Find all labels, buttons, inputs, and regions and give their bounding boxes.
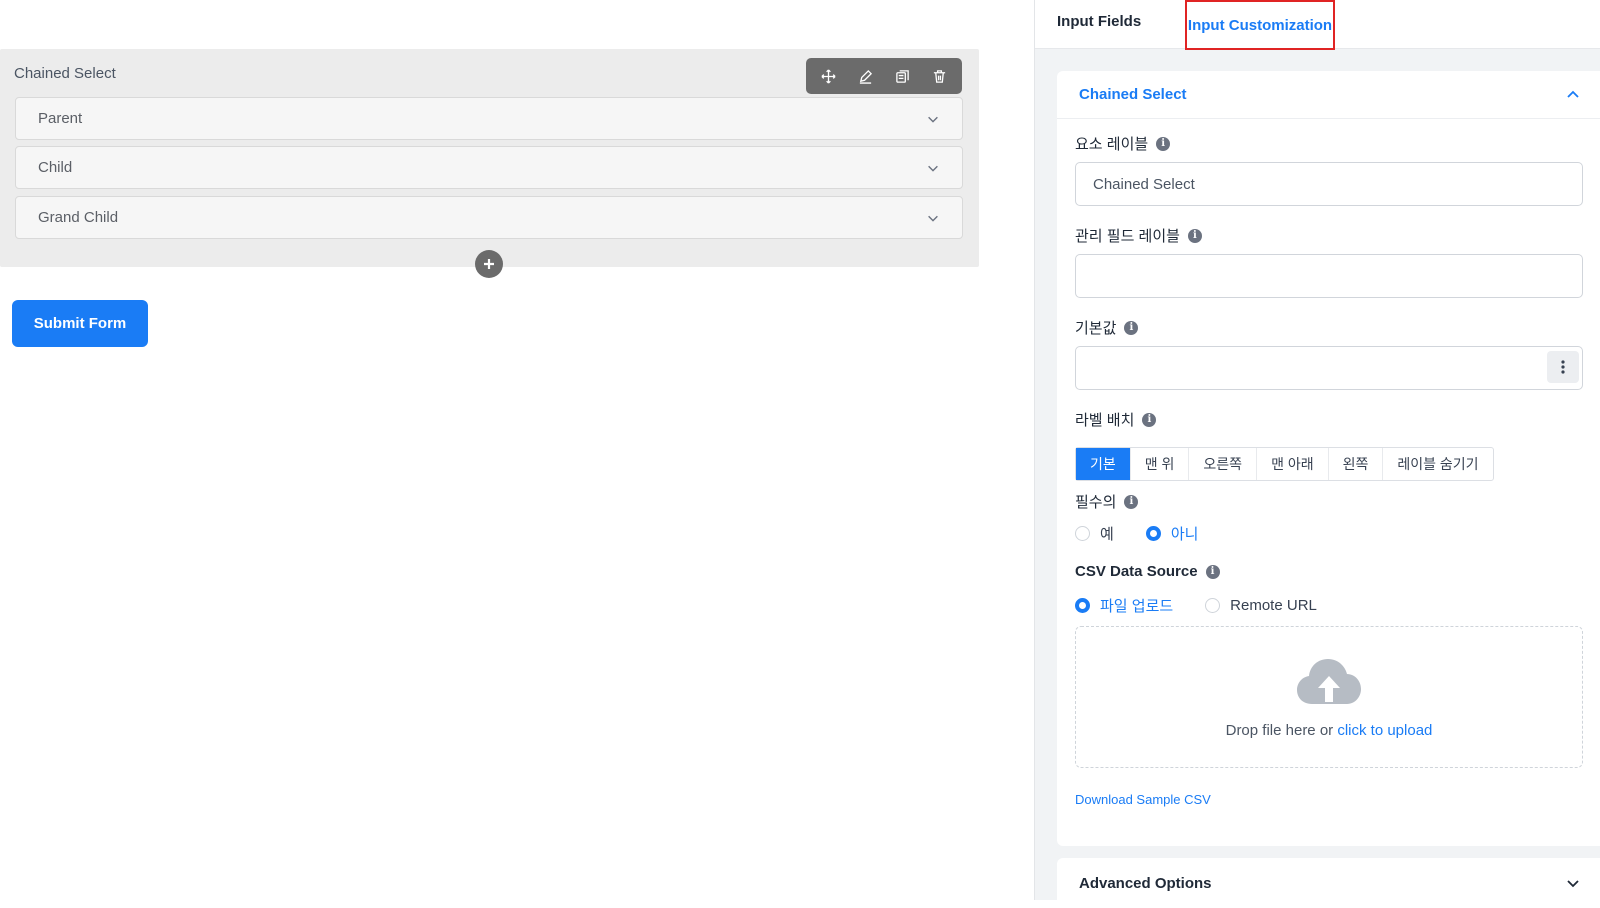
upload-instructions: Drop file here or click to upload [1226, 722, 1433, 739]
download-sample-csv-link[interactable]: Download Sample CSV [1075, 792, 1211, 807]
panel-header[interactable]: Chained Select [1057, 71, 1600, 119]
required-no-radio[interactable]: 아니 [1145, 523, 1199, 544]
info-icon[interactable]: i [1124, 320, 1139, 335]
chevron-down-icon [928, 165, 938, 172]
add-field-button[interactable] [475, 250, 503, 278]
tab-input-fields[interactable]: Input Fields [1057, 13, 1141, 30]
move-icon[interactable] [815, 62, 843, 90]
required-heading: 필수의 i [1075, 491, 1139, 512]
csv-file-upload-radio[interactable]: 파일 업로드 [1075, 595, 1173, 616]
default-value-input[interactable] [1075, 346, 1583, 390]
radio-label: 파일 업로드 [1100, 598, 1174, 615]
radio-circle [1075, 526, 1090, 541]
edit-icon[interactable] [852, 62, 880, 90]
element-label-input[interactable] [1075, 162, 1583, 206]
radio-label: 아니 [1170, 526, 1199, 543]
default-value-wrapper [1075, 346, 1583, 390]
parent-select-label: Parent [38, 110, 83, 127]
child-select[interactable]: Child [15, 146, 963, 189]
chevron-up-icon[interactable] [1565, 87, 1581, 103]
required-yes-radio[interactable]: 예 [1075, 523, 1114, 544]
cloud-upload-icon [1297, 658, 1361, 704]
radio-circle [1145, 526, 1161, 541]
radio-circle [1205, 598, 1221, 613]
click-to-upload-link[interactable]: click to upload [1337, 722, 1432, 739]
label-placement-text: 라벨 배치 [1075, 412, 1135, 429]
admin-label-input[interactable] [1075, 254, 1583, 298]
customization-panel: Chained Select 요소 레이블 i 관리 필드 레이블 i 기본값 … [1057, 71, 1600, 846]
chevron-down-icon [928, 116, 938, 123]
placement-option-top[interactable]: 맨 위 [1131, 448, 1190, 480]
info-icon[interactable]: i [1124, 494, 1139, 509]
csv-source-heading: CSV Data Source i [1075, 563, 1220, 580]
more-options-icon[interactable] [1547, 351, 1579, 383]
placement-option-bottom[interactable]: 맨 아래 [1257, 448, 1329, 480]
csv-source-text: CSV Data Source [1075, 563, 1198, 580]
submit-form-button[interactable]: Submit Form [12, 300, 148, 347]
radio-circle [1075, 598, 1090, 613]
element-label-heading: 요소 레이블 i [1075, 133, 1171, 154]
csv-upload-dropzone[interactable]: Drop file here or click to upload [1075, 626, 1583, 768]
info-icon[interactable]: i [1205, 564, 1220, 579]
required-radio-group: 예 아니 [1075, 523, 1230, 544]
child-select-label: Child [38, 159, 73, 176]
chevron-down-icon [928, 215, 938, 222]
info-icon[interactable]: i [1142, 412, 1157, 427]
info-icon[interactable]: i [1187, 228, 1202, 243]
trash-icon[interactable] [926, 62, 954, 90]
plus-icon [484, 259, 494, 269]
form-canvas: Chained Select Parent Child Grand Child [0, 0, 1034, 900]
chevron-down-icon [1567, 880, 1579, 888]
grandchild-select[interactable]: Grand Child [15, 196, 963, 239]
default-value-heading: 기본값 i [1075, 317, 1139, 338]
placement-option-hide[interactable]: 레이블 숨기기 [1383, 448, 1492, 480]
placement-option-left[interactable]: 왼쪽 [1329, 448, 1384, 480]
advanced-options-title: Advanced Options [1079, 874, 1212, 892]
advanced-options-header[interactable]: Advanced Options [1057, 858, 1600, 908]
csv-source-radio-group: 파일 업로드 Remote URL [1075, 595, 1349, 616]
info-icon[interactable]: i [1156, 136, 1171, 151]
panel-title: Chained Select [1079, 86, 1187, 103]
label-placement-segmented: 기본 맨 위 오른쪽 맨 아래 왼쪽 레이블 숨기기 [1075, 447, 1494, 481]
parent-select[interactable]: Parent [15, 97, 963, 140]
radio-label: 예 [1100, 526, 1114, 543]
tab-input-customization[interactable]: Input Customization [1185, 0, 1335, 50]
element-label-text: 요소 레이블 [1075, 136, 1149, 153]
placement-option-right[interactable]: 오른쪽 [1189, 448, 1258, 480]
field-toolbar [806, 58, 962, 94]
required-text: 필수의 [1075, 494, 1117, 511]
admin-label-text: 관리 필드 레이블 [1075, 228, 1180, 245]
placement-option-default[interactable]: 기본 [1076, 448, 1131, 480]
field-title: Chained Select [14, 65, 116, 82]
csv-remote-url-radio[interactable]: Remote URL [1205, 597, 1317, 614]
label-placement-heading: 라벨 배치 i [1075, 409, 1157, 430]
chained-select-field[interactable]: Chained Select Parent Child Grand Child [0, 49, 979, 267]
duplicate-icon[interactable] [889, 62, 917, 90]
radio-label: Remote URL [1230, 597, 1317, 614]
default-value-text: 기본값 [1075, 320, 1117, 337]
sidebar-tabs: Input Fields Input Customization [1035, 0, 1600, 50]
upload-text: Drop file here or [1225, 721, 1338, 739]
settings-sidebar: Input Fields Input Customization Chained… [1034, 0, 1600, 908]
grandchild-select-label: Grand Child [38, 209, 119, 226]
admin-label-heading: 관리 필드 레이블 i [1075, 225, 1202, 246]
